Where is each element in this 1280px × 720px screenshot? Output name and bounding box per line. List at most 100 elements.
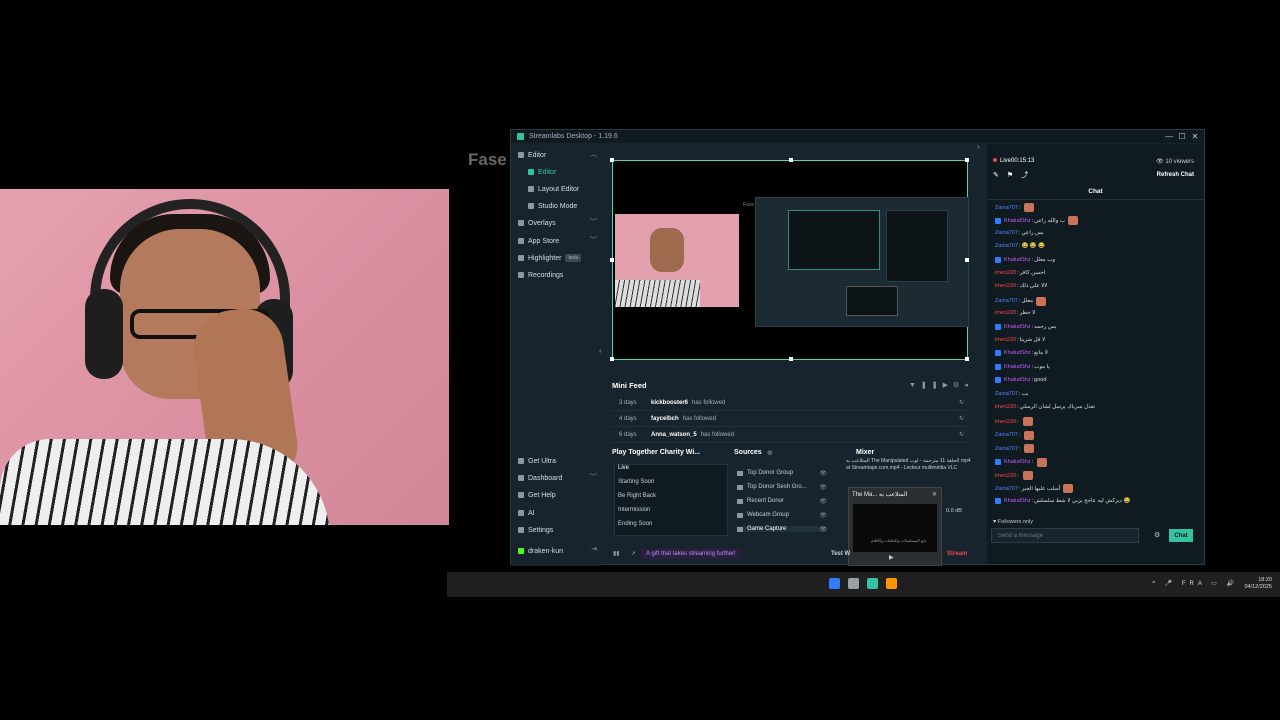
chat-username[interactable]: imen220 (995, 337, 1016, 343)
eye-icon[interactable]: 👁 (819, 470, 827, 477)
chat-separator: : (1031, 377, 1034, 384)
rocket-icon[interactable]: ➚ (631, 550, 636, 557)
file-explorer-icon[interactable] (848, 578, 859, 589)
test-widgets-button[interactable]: Test W (831, 551, 850, 557)
sidebar-item-app-store[interactable]: App Store (518, 235, 559, 247)
sidebar-item-dashboard[interactable]: Dashboard (518, 472, 562, 484)
refresh-chat-button[interactable]: Refresh Chat (1157, 172, 1194, 178)
folder-icon (737, 484, 743, 490)
sidebar-item-editor-group[interactable]: Editor (518, 149, 546, 161)
chat-username[interactable]: Zaina707 (995, 432, 1018, 438)
eye-icon[interactable]: 👁 (819, 512, 827, 519)
chat-username[interactable]: imen220 (995, 473, 1016, 479)
close-button[interactable]: ✕ (1189, 130, 1201, 143)
chat-username[interactable]: KhaludShz (1004, 350, 1031, 356)
sidebar-item-highlighter[interactable]: Highlighter beta (518, 252, 582, 264)
eye-icon[interactable]: 👁 (819, 484, 827, 491)
chat-username[interactable]: imen220 (995, 404, 1016, 410)
sidebar-item-layout-editor[interactable]: Layout Editor (528, 183, 579, 195)
chat-username[interactable]: Zaina707 (995, 230, 1018, 236)
sidebar-item-settings[interactable]: Settings (518, 524, 553, 536)
sidebar-item-get-help[interactable]: Get Help (518, 489, 556, 501)
chat-toolbar[interactable]: ✎⚑⤴ (993, 170, 1036, 180)
chat-message: Zaina707: (995, 444, 1035, 454)
canvas-window-capture[interactable] (755, 197, 969, 327)
kick-logo-icon (518, 548, 524, 554)
chat-username[interactable]: imen220 (995, 310, 1016, 316)
source-item[interactable]: Top Donor Group 👁 (737, 470, 827, 477)
eye-icon[interactable]: 👁 (819, 526, 827, 533)
editor-canvas[interactable]: Fase (610, 158, 969, 361)
chat-username[interactable]: Zaina707 (995, 486, 1018, 492)
chat-username[interactable]: KhaludShz (1004, 364, 1031, 370)
chat-username[interactable]: KhaludShz (1004, 324, 1031, 330)
chevron-down-icon[interactable]: ﹀ (590, 235, 597, 245)
canvas-webcam-source[interactable] (615, 214, 739, 307)
sidebar-item-account[interactable]: draken-kun (518, 545, 563, 557)
chat-separator: : (1018, 432, 1021, 439)
chat-username[interactable]: imen220 (995, 419, 1016, 425)
logout-icon[interactable]: ⇥ (591, 545, 597, 553)
sidebar-item-studio-mode[interactable]: Studio Mode (528, 200, 577, 212)
repeat-icon[interactable]: ↻ (959, 415, 964, 422)
chat-username[interactable]: KhaludShz (1004, 218, 1031, 224)
go-live-button[interactable]: Stream (947, 551, 967, 557)
chat-username[interactable]: Zaina707 (995, 391, 1018, 397)
sidebar-item-recordings[interactable]: Recordings (518, 269, 563, 281)
folder-icon (737, 470, 743, 476)
scene-item[interactable]: Starting Soon (618, 479, 654, 485)
chevron-down-icon[interactable]: ﹀ (590, 217, 597, 227)
gift-banner[interactable]: A gift that takes streaming further! (641, 549, 741, 559)
chat-username[interactable]: KhaludShz (1004, 498, 1031, 504)
stats-icon[interactable]: ▮▮ (613, 550, 620, 557)
maximize-button[interactable]: ☐ (1176, 130, 1188, 143)
chat-username[interactable]: KhaludShz (1004, 459, 1031, 465)
chevron-right-icon[interactable]: › (977, 142, 980, 151)
chat-text: يس راعي (1021, 229, 1044, 236)
chat-username[interactable]: imen220 (995, 283, 1016, 289)
repeat-icon[interactable]: ↻ (959, 431, 964, 438)
scene-item[interactable]: Ending Soon (618, 521, 652, 527)
source-item[interactable]: Recent Donor 👁 (737, 498, 827, 505)
sidebar-item-get-ultra[interactable]: Get Ultra (518, 455, 556, 467)
scene-item[interactable]: Intermission (618, 507, 650, 513)
minimize-button[interactable]: — (1163, 130, 1175, 143)
chat-username[interactable]: KhaludShz (1004, 257, 1031, 263)
source-item-selected[interactable]: Game Capture 👁 (737, 526, 827, 533)
scenes-title[interactable]: Play Together Charity Wi... (612, 449, 700, 456)
chevron-left-icon[interactable]: ‹ (599, 346, 602, 355)
chat-username[interactable]: KhaludShz (1004, 377, 1031, 383)
source-item[interactable]: Top Donor Sesh Gro... 👁 (737, 484, 827, 491)
chevron-down-icon[interactable]: ﹀ (590, 472, 597, 482)
webcam-feed (0, 189, 449, 525)
eye-icon[interactable]: 👁 (819, 498, 827, 505)
sidebar-item-overlays[interactable]: Overlays (518, 217, 556, 229)
add-source-icon[interactable]: ⊕ (767, 449, 773, 457)
source-item[interactable]: Webcam Group 👁 (737, 512, 827, 519)
minifeed-toolbar[interactable]: ▼❚❚▶⚙◂ (909, 381, 973, 389)
scene-item[interactable]: Be Right Back (618, 493, 656, 499)
close-icon[interactable]: ✕ (932, 491, 937, 498)
chat-username[interactable]: imen220 (995, 270, 1016, 276)
game-capture-icon (737, 526, 743, 532)
chat-message-input[interactable] (991, 528, 1139, 543)
chat-message: KhaludShz: بس رحمه (995, 323, 1056, 330)
clock[interactable]: 18:20 04/12/2025 (1244, 577, 1272, 591)
send-chat-button[interactable]: Chat (1169, 529, 1193, 542)
chat-username[interactable]: Zaina707 (995, 205, 1018, 211)
gear-icon[interactable]: ⚙ (1154, 531, 1160, 539)
scene-item-live[interactable]: Live (618, 465, 629, 471)
chat-username[interactable]: Zaina707 (995, 446, 1018, 452)
repeat-icon[interactable]: ↻ (959, 399, 964, 406)
streamlabs-app-icon[interactable] (867, 578, 878, 589)
chat-separator: : (1031, 363, 1034, 370)
chat-username[interactable]: Zaina707 (995, 298, 1018, 304)
vlc-app-icon[interactable] (886, 578, 897, 589)
windows-start-icon[interactable] (829, 578, 840, 589)
sidebar-item-ai[interactable]: AI (518, 507, 535, 519)
chevron-up-icon[interactable]: ︿ (590, 149, 597, 159)
system-tray[interactable]: ^ 🎤 FRA ▭ 🔊 (1152, 580, 1238, 587)
sidebar-item-editor[interactable]: Editor (528, 166, 556, 178)
chat-separator: : (1017, 337, 1019, 343)
chat-username[interactable]: Zaina707 (995, 243, 1018, 249)
